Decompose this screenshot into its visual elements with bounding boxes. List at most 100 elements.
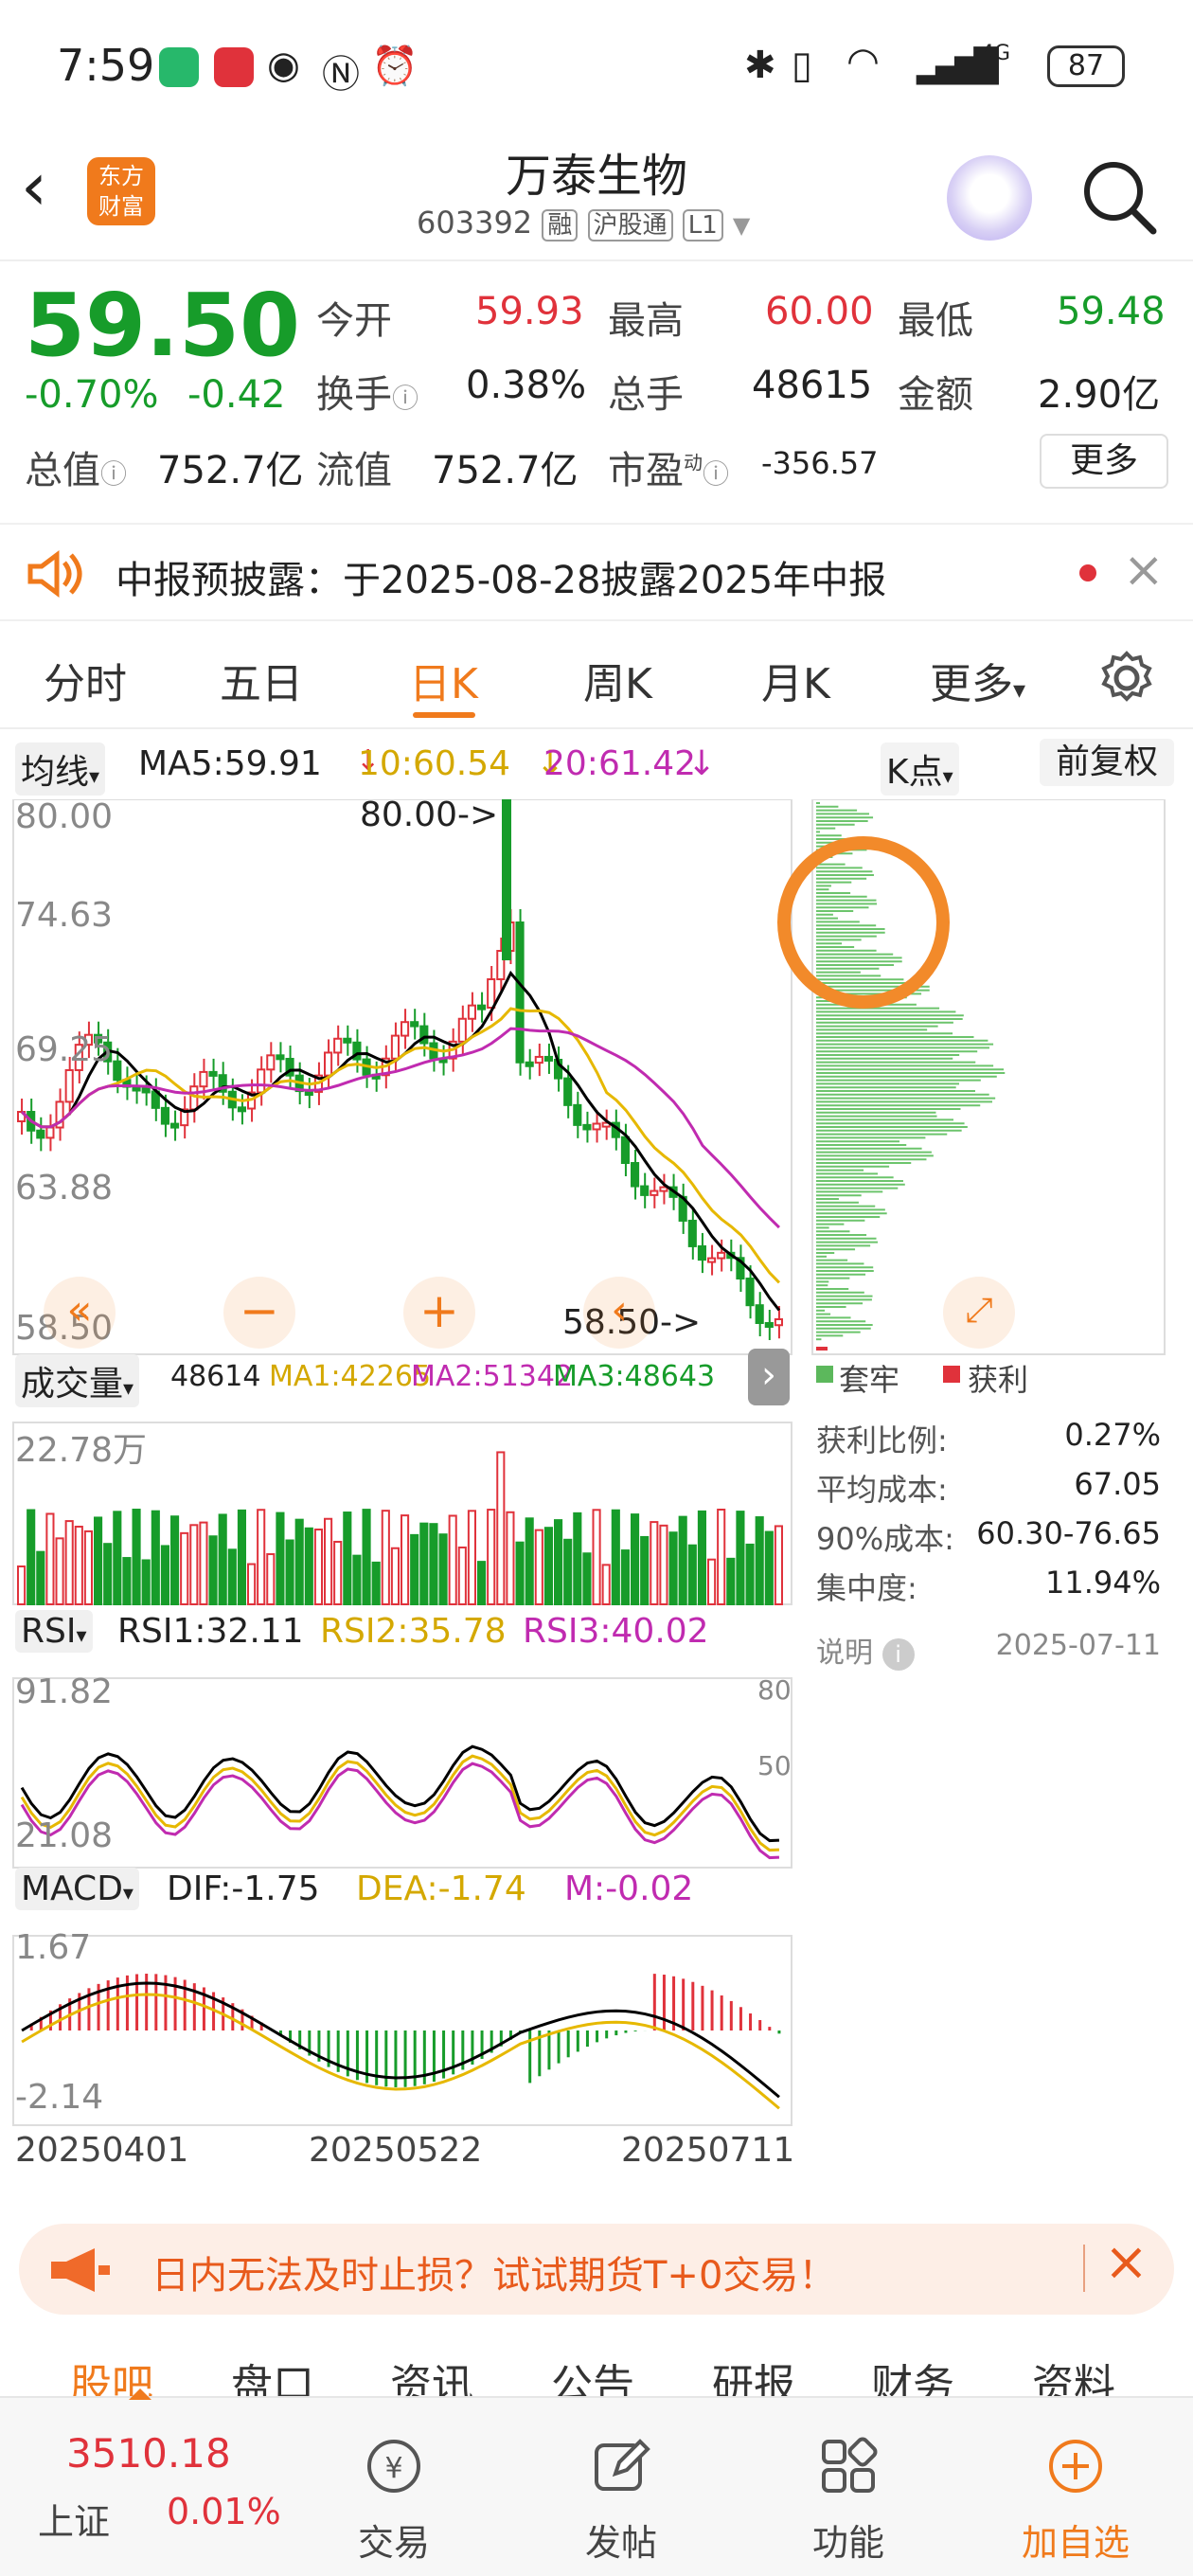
- pe-label: 市盈动ⓘ: [608, 439, 729, 494]
- expand-icon[interactable]: ⤢: [943, 1277, 1015, 1349]
- volume-bar: [419, 1522, 429, 1605]
- zoom-out-icon[interactable]: −: [223, 1277, 295, 1349]
- ma10-value: 10:60.54: [358, 744, 510, 783]
- volume-bar: [94, 1516, 103, 1606]
- volume-bar: [352, 1554, 362, 1606]
- candle-body: [333, 1037, 343, 1054]
- volume-bar: [113, 1511, 122, 1606]
- volume-bar: [141, 1559, 151, 1606]
- info-icon[interactable]: ⓘ: [703, 458, 729, 490]
- add-watchlist-button[interactable]: 加自选: [1000, 2436, 1151, 2566]
- divider: [1083, 2245, 1085, 2292]
- robot-assistant-icon[interactable]: [947, 155, 1032, 241]
- info-tabs: 股吧 盘口 资讯 公告 研报 财务 资料: [0, 2320, 1193, 2396]
- turnover-value: 0.38%: [466, 364, 587, 407]
- back-arrow-icon[interactable]: ‹: [21, 148, 47, 225]
- margin-tag: 融: [542, 209, 579, 242]
- tab-profile[interactable]: 资料: [1032, 2351, 1115, 2396]
- volume-bar: [678, 1515, 687, 1605]
- search-icon[interactable]: [1079, 157, 1159, 237]
- volume-bar: [103, 1543, 113, 1605]
- rsi-select[interactable]: RSI▾: [15, 1610, 93, 1653]
- settings-gear-icon[interactable]: [1098, 650, 1155, 707]
- chip-row-label: 平均成本:: [816, 1472, 948, 1508]
- tab-finance[interactable]: 财务: [871, 2351, 954, 2396]
- tab-monthly-k[interactable]: 月K: [761, 650, 830, 710]
- volume-bar: [285, 1539, 294, 1606]
- info-icon[interactable]: ⓘ: [392, 383, 418, 414]
- tab-news[interactable]: 资讯: [390, 2351, 473, 2396]
- candle-body: [401, 1021, 410, 1037]
- volume-select[interactable]: 成交量▾: [15, 1354, 140, 1407]
- candle-body: [189, 1085, 199, 1111]
- candle-body: [755, 1304, 764, 1324]
- add-watchlist-label: 加自选: [1021, 2522, 1130, 2564]
- max-price-marker: 80.00->: [360, 796, 499, 834]
- tab-announcements[interactable]: 公告: [551, 2351, 634, 2396]
- volume-bar: [371, 1561, 381, 1606]
- tab-more[interactable]: 更多▾: [930, 650, 1025, 710]
- function-label: 功能: [811, 2522, 884, 2564]
- notice-text: 中报预披露：于2025-08-28披露2025年中报: [116, 559, 887, 602]
- volume-bar: [227, 1548, 237, 1605]
- volume-bar: [45, 1512, 55, 1605]
- candle-body: [534, 1055, 543, 1064]
- ma-select-label: 均线: [21, 753, 90, 792]
- scroll-left-icon[interactable]: «: [44, 1277, 116, 1349]
- trade-button[interactable]: ¥ 交易: [318, 2436, 470, 2566]
- rsi-frame: [12, 1677, 792, 1869]
- volume-label: 总手: [608, 373, 684, 417]
- stock-code-row: 603392 融 沪股通 L1 ▼: [417, 205, 750, 242]
- more-button[interactable]: 更多: [1040, 434, 1168, 489]
- adjust-button[interactable]: 前复权: [1040, 739, 1174, 786]
- macd-dea: DEA:-1.74: [356, 1869, 526, 1908]
- kline-chart[interactable]: [0, 799, 1193, 2163]
- pe-value: -356.57: [761, 445, 879, 481]
- volume-bar: [745, 1543, 755, 1605]
- dropdown-icon: ▾: [942, 765, 953, 789]
- volume-bar: [151, 1510, 160, 1605]
- stock-header: ‹ 东方 财富 万泰生物 603392 融 沪股通 L1 ▼: [0, 133, 1193, 261]
- tab-weekly-k[interactable]: 周K: [583, 650, 652, 710]
- y-label: 69.25: [15, 1030, 114, 1069]
- close-icon[interactable]: ×: [1123, 542, 1165, 599]
- app-notification-icon: [159, 47, 199, 87]
- mode-select[interactable]: K点▾: [881, 742, 959, 796]
- index-change: 0.01%: [167, 2491, 281, 2532]
- candle-body: [257, 1068, 266, 1094]
- volume-bar: [601, 1564, 611, 1605]
- index-value[interactable]: 3510.18: [66, 2430, 231, 2477]
- tab-research[interactable]: 研报: [712, 2351, 795, 2396]
- y-label: 74.63: [15, 896, 114, 935]
- function-button[interactable]: 功能: [773, 2436, 924, 2566]
- tab-intraday[interactable]: 分时: [44, 650, 127, 710]
- scroll-back-icon[interactable]: ‹: [583, 1277, 655, 1349]
- tab-pankou[interactable]: 盘口: [231, 2351, 314, 2396]
- ma-select[interactable]: 均线▾: [15, 742, 106, 796]
- info-icon[interactable]: ⓘ: [100, 458, 127, 490]
- volume-bar: [313, 1529, 323, 1606]
- macd-select[interactable]: MACD▾: [15, 1868, 139, 1910]
- notice-bar[interactable]: 中报预披露：于2025-08-28披露2025年中报 ×: [0, 523, 1193, 621]
- chip-row-value: 60.30-76.65: [976, 1515, 1161, 1551]
- volume-bar: [764, 1530, 774, 1606]
- dropdown-icon: ▾: [1013, 676, 1026, 705]
- tab-daily-k[interactable]: 日K: [409, 650, 478, 710]
- tab-five-day[interactable]: 五日: [220, 650, 303, 710]
- down-arrow-icon: ↓: [687, 744, 717, 783]
- tab-indicator: [413, 712, 475, 718]
- dropdown-icon[interactable]: ▼: [733, 212, 750, 239]
- candle-body: [487, 978, 496, 1009]
- zoom-in-icon[interactable]: +: [403, 1277, 475, 1349]
- volume-bar: [132, 1509, 141, 1606]
- close-icon[interactable]: ×: [1104, 2231, 1148, 2293]
- bluetooth-icon: ✱: [744, 44, 776, 87]
- promo-banner[interactable]: 日内无法及时止损？试试期货T+0交易！ ×: [19, 2224, 1174, 2315]
- volume-bar: [717, 1509, 726, 1606]
- collapse-panel-icon[interactable]: ›: [748, 1349, 790, 1405]
- unread-dot: [1079, 564, 1096, 581]
- chip-note[interactable]: 说明 i: [816, 1629, 915, 1671]
- volume-bar: [697, 1510, 706, 1606]
- post-button[interactable]: 发帖: [545, 2436, 697, 2566]
- volume-bar: [582, 1552, 592, 1606]
